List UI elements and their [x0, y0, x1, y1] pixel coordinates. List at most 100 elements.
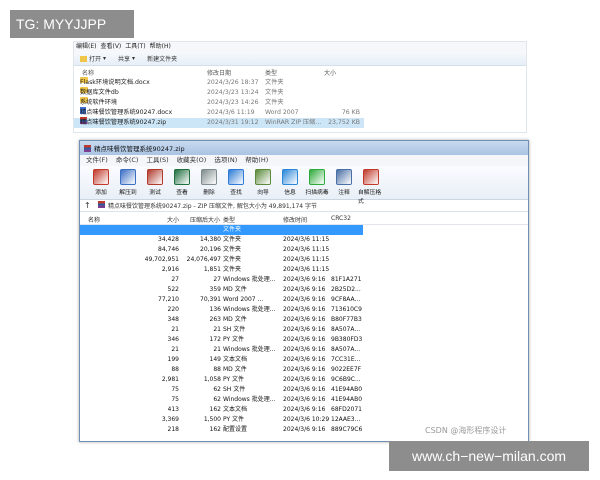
archive-row[interactable]: 安装全部.bat220136Windows 批处理...2024/3/6 9:1…	[80, 305, 440, 315]
winrar-menu-item[interactable]: 收藏夹(O)	[177, 155, 207, 166]
archive-row[interactable]: ..文件夹	[80, 225, 363, 235]
archive-item-size: 3,369	[161, 416, 179, 423]
archive-item-modified: 2024/3/6 9:16	[283, 406, 326, 413]
test-button[interactable]: 测试	[142, 169, 168, 196]
archive-item-crc: 9B380FD3	[331, 336, 363, 343]
info-button[interactable]: 信息	[277, 169, 303, 196]
archive-row[interactable]: run.sh2121SH 文件2024/3/6 9:168A507A...	[80, 325, 440, 335]
col-date[interactable]: 修改日期	[207, 68, 231, 77]
archive-item-modified: 2024/3/6 11:15	[283, 236, 330, 243]
col-name[interactable]: 名称	[82, 68, 94, 77]
archive-item-modified: 2024/3/6 9:16	[283, 396, 326, 403]
extract-label: 解压到	[119, 190, 137, 196]
archive-item-type: MD 文件	[223, 366, 247, 373]
archive-item-type: SH 文件	[223, 326, 246, 333]
archive-row[interactable]: db84,74620,196文件夹2024/3/6 11:15	[80, 245, 440, 255]
archive-item-packed: 136	[209, 306, 221, 313]
archive-row[interactable]: step.md348263MD 文件2024/3/6 9:16B80F77B3	[80, 315, 440, 325]
archive-row[interactable]: 编辑故障排除规...77,21070,391Word 2007 ...2024/…	[80, 295, 440, 305]
archive-row[interactable]: api49,702,95124,076,497文件夹2024/3/6 11:15	[80, 255, 440, 265]
archive-row[interactable]: run.bat2121Windows 批处理...2024/3/6 9:168A…	[80, 345, 440, 355]
archive-item-crc: 41E94AB0	[331, 386, 363, 393]
archive-item-packed: 172	[209, 336, 221, 343]
archive-row[interactable]: run.py346172PY 文件2024/3/6 9:169B380FD3	[80, 335, 440, 345]
archive-row[interactable]: init_sql.sh7562SH 文件2024/3/6 9:1641E94AB…	[80, 385, 440, 395]
col-type[interactable]: 类型	[265, 68, 277, 77]
archive-item-crc: 8A507A...	[331, 326, 361, 333]
archive-row[interactable]: config.ini218162配置设置2024/3/6 9:16889C79C…	[80, 425, 440, 435]
file-date: 2024/3/23 14:26	[207, 99, 259, 106]
archive-item-packed: 14,380	[200, 236, 221, 243]
archive-row[interactable]: init_sql.bat7562Windows 批处理...2024/3/6 9…	[80, 395, 440, 405]
view-button[interactable]: 查看	[169, 169, 195, 196]
winrar-titlebar[interactable]: 精点味餐饮管理系统90247.zip	[80, 141, 528, 155]
delete-icon	[201, 169, 217, 185]
file-row[interactable]: 精点味餐饮管理系统90247.docx 2024/3/6 11:19 Word 20…	[74, 107, 364, 118]
file-row[interactable]: Flask环境说明文档.docx 2024/3/26 18:37 文件夹	[74, 77, 364, 88]
archive-row[interactable]: requirements.txt199149文本文档2024/3/6 9:167…	[80, 355, 440, 365]
archive-item-type: MD 文件	[223, 286, 247, 293]
add-button[interactable]: 添加	[88, 169, 114, 196]
archive-item-modified: 2024/3/6 9:16	[283, 346, 326, 353]
open-button[interactable]: 打开 ▾	[80, 54, 106, 63]
archive-item-size: 84,746	[158, 246, 179, 253]
share-button[interactable]: 共享 ▾	[118, 54, 135, 63]
col-size[interactable]: 大小	[324, 68, 336, 77]
new-folder-button[interactable]: 新建文件夹	[147, 54, 177, 63]
archive-item-packed: 20,196	[200, 246, 221, 253]
archive-row[interactable]: readme.md8888MD 文件2024/3/6 9:169022EE7F	[80, 365, 440, 375]
archive-item-crc: 12AAE3...	[331, 416, 361, 423]
wizard-button[interactable]: 向导	[250, 169, 276, 196]
col-crc[interactable]: CRC32	[331, 215, 351, 222]
col-name[interactable]: 名称	[88, 215, 100, 224]
archive-item-packed: 149	[209, 356, 221, 363]
file-type: 文件夹	[265, 99, 284, 106]
chevron-down-icon: ▾	[132, 55, 136, 62]
archive-item-type: 文件夹	[223, 246, 242, 253]
delete-button[interactable]: 删除	[196, 169, 222, 196]
virus-scan-button[interactable]: 扫描病毒	[304, 169, 330, 196]
winrar-menu-item[interactable]: 命令(C)	[116, 155, 139, 166]
info-label: 信息	[284, 190, 296, 196]
file-row[interactable]: 数据库文件db 2024/3/23 13:24 文件夹	[74, 87, 364, 98]
archive-row[interactable]: configs.py3,3691,500PY 文件2024/3/6 10:291…	[80, 415, 440, 425]
file-name: 精点味餐饮管理系统90247.zip	[80, 119, 167, 126]
archive-row[interactable]: 说明文档.md522359MD 文件2024/3/6 9:162B25D2...	[80, 285, 440, 295]
comment-label: 注释	[338, 190, 350, 196]
watermark-top: TG: MYYJJPP	[10, 10, 134, 38]
explorer-menu-item[interactable]: 编辑(E)	[76, 42, 96, 52]
archive-row[interactable]: 运行python程...2727Windows 批处理...2024/3/6 9…	[80, 275, 440, 285]
add-label: 添加	[95, 190, 107, 196]
winrar-menu-item[interactable]: 选项(N)	[214, 155, 237, 166]
col-modified[interactable]: 修改时间	[283, 215, 307, 224]
archive-row[interactable]: utils34,42814,380文件夹2024/3/6 11:15	[80, 235, 440, 245]
explorer-menu-item[interactable]: 查看(V)	[100, 42, 121, 52]
archive-path-field[interactable]: 精点味餐饮管理系统90247.zip - ZIP 压缩文件, 解包大小为 49,…	[98, 201, 528, 210]
col-size[interactable]: 大小	[167, 215, 179, 224]
archive-item-type: 文件夹	[223, 266, 242, 273]
archive-item-packed: 21	[213, 326, 221, 333]
archive-item-type: 文件夹	[223, 236, 242, 243]
extract-button[interactable]: 解压到	[115, 169, 141, 196]
archive-row[interactable]: __pycache__2,9161,851文件夹2024/3/6 11:15	[80, 265, 440, 275]
explorer-menu-item[interactable]: 工具(T)	[125, 42, 145, 52]
find-button[interactable]: 查找	[223, 169, 249, 196]
file-type: 文件夹	[265, 79, 284, 86]
sfx-button[interactable]: 自解压格式	[358, 169, 384, 205]
archive-item-packed: 1,851	[203, 266, 221, 273]
file-row[interactable]: 精点味餐饮管理系统90247.zip 2024/3/31 19:12 WinRAR …	[74, 117, 364, 128]
archive-item-type: PY 文件	[223, 336, 245, 343]
col-packed[interactable]: 压缩后大小	[190, 215, 220, 224]
winrar-menu-item[interactable]: 帮助(H)	[245, 155, 268, 166]
col-type[interactable]: 类型	[223, 215, 235, 224]
winrar-menu-item[interactable]: 工具(S)	[146, 155, 168, 166]
winrar-menu-item[interactable]: 文件(F)	[86, 155, 108, 166]
up-arrow-icon[interactable]: ↑	[84, 201, 98, 210]
explorer-menu-item[interactable]: 帮助(H)	[150, 42, 171, 52]
archive-item-size: 49,702,951	[144, 256, 179, 263]
comment-button[interactable]: 注释	[331, 169, 357, 196]
archive-row[interactable]: manage.py2,9811,058PY 文件2024/3/6 9:169C6…	[80, 375, 440, 385]
file-row[interactable]: 系统软件环境 2024/3/23 14:26 文件夹	[74, 97, 364, 108]
archive-row[interactable]: datatype_map...413162文本文档2024/3/6 9:1668…	[80, 405, 440, 415]
archive-item-size: 346	[167, 336, 179, 343]
